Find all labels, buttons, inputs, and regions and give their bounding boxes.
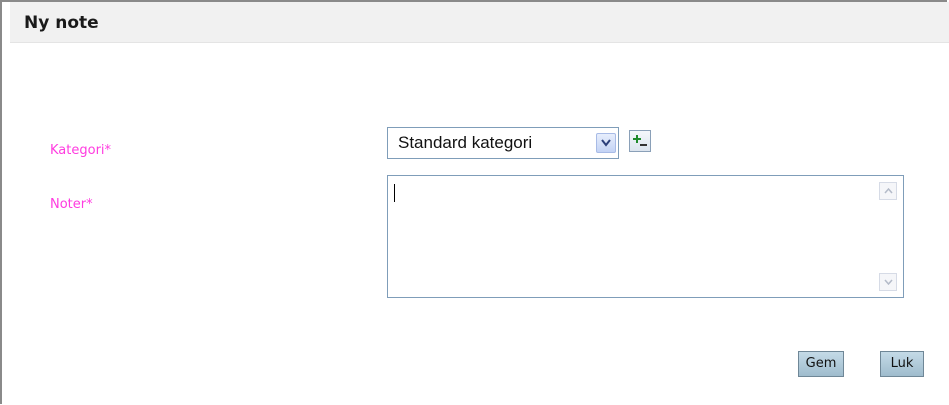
- save-button[interactable]: Gem: [798, 351, 844, 377]
- notes-textarea[interactable]: [387, 175, 904, 298]
- add-category-icon[interactable]: [629, 130, 651, 152]
- category-select-value: Standard kategori: [398, 133, 533, 152]
- notes-label: Noter*: [50, 197, 93, 212]
- category-select[interactable]: Standard kategori: [387, 127, 619, 159]
- category-label: Kategori*: [50, 143, 112, 158]
- text-caret: [394, 184, 395, 202]
- chevron-down-icon[interactable]: [596, 133, 616, 153]
- dialog-header: Ny note: [10, 2, 949, 43]
- dialog-title: Ny note: [24, 13, 99, 33]
- scroll-down-icon[interactable]: [879, 273, 897, 291]
- scroll-up-icon[interactable]: [879, 182, 897, 200]
- close-button[interactable]: Luk: [880, 351, 924, 377]
